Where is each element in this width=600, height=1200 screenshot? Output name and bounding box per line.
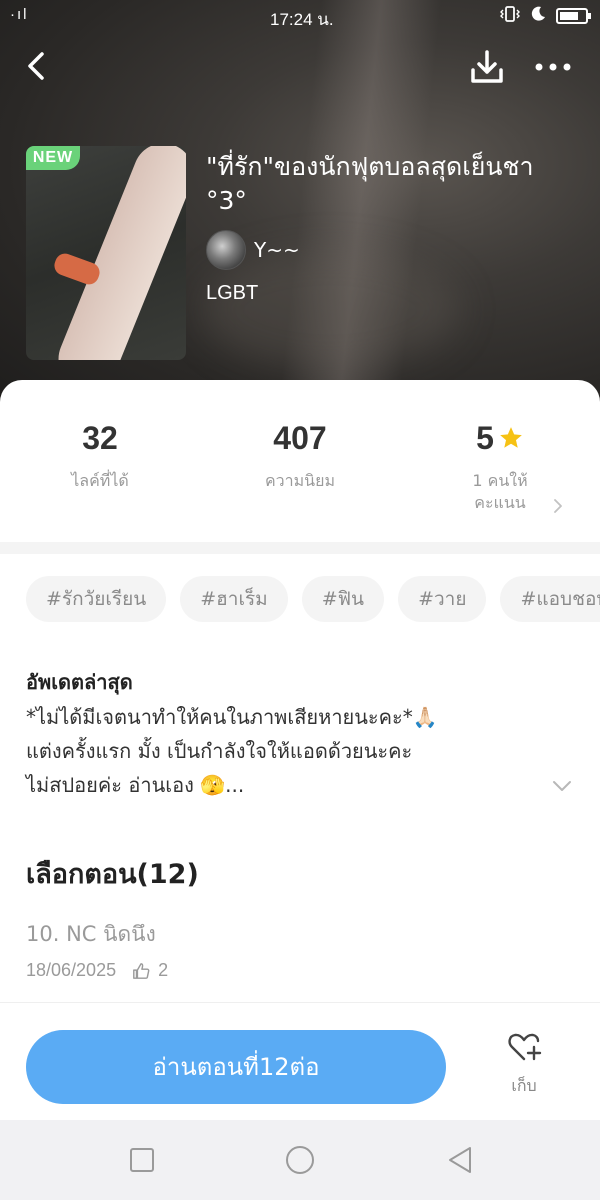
episode-title[interactable]: 10. NC นิดนึง	[26, 918, 156, 951]
update-line: ไม่สปอยค่ะ อ่านเอง 🫣...	[26, 773, 245, 797]
vibrate-icon	[500, 6, 520, 26]
episode-date: 18/06/2025	[26, 960, 117, 980]
status-bar: ·ıl 17:24 น.	[0, 0, 600, 34]
download-icon	[471, 50, 503, 83]
episode-list-heading[interactable]: เลือกตอน(12)	[26, 852, 199, 895]
tag-chip[interactable]: #วาย	[398, 576, 487, 622]
status-icons	[500, 6, 591, 26]
likes-count: 32	[82, 420, 118, 456]
nav-square-icon[interactable]	[124, 1142, 160, 1178]
rating-value-row: 5	[410, 416, 590, 460]
battery-icon	[556, 8, 591, 24]
nav-triangle-icon[interactable]	[442, 1142, 478, 1178]
tag-chip[interactable]: #ฟิน	[301, 576, 385, 622]
save-button[interactable]: เก็บ	[492, 1030, 556, 1110]
thumbs-up-icon	[133, 962, 150, 979]
more-icon	[535, 63, 571, 71]
update-line: แต่งครั้งแรก มั้ง เป็นกำลังใจให้แอดด้วยน…	[26, 739, 413, 763]
heart-plus-icon	[508, 1033, 542, 1061]
rating-value: 5	[476, 420, 494, 456]
update-line: *ไม่ได้มีเจตนาทำให้คนในภาพเสียหายนะคะ*🙏🏻	[26, 705, 438, 729]
story-details-card: 32 ไลค์ที่ได้ 407 ความนิยม 5 1 คนให้ คะแ…	[0, 380, 600, 1200]
stats-row: 32 ไลค์ที่ได้ 407 ความนิยม 5 1 คนให้ คะแ…	[0, 416, 600, 536]
tag-chip[interactable]: #รักวัยเรียน	[26, 576, 167, 622]
tag-chip[interactable]: #ฮาเร็ม	[180, 576, 288, 622]
system-nav-bar	[0, 1120, 600, 1200]
chevron-right-icon[interactable]	[548, 496, 568, 516]
tag-list: #รักวัยเรียน #ฮาเร็ม #ฟิน #วาย #แอบชอบ	[26, 576, 600, 622]
episode-like-count: 2	[158, 960, 169, 980]
download-button[interactable]	[468, 48, 506, 86]
author-link[interactable]: Y~~	[206, 230, 300, 270]
author-avatar	[206, 230, 246, 270]
divider	[0, 1002, 600, 1003]
episode-likes: 2	[132, 960, 168, 981]
save-label: เก็บ	[511, 1076, 537, 1095]
star-icon	[500, 427, 522, 448]
story-header: ·ıl 17:24 น. NEW "ที่รัก"ของนักฟุตบอลสุด…	[0, 0, 600, 410]
chevron-down-icon[interactable]	[550, 776, 574, 796]
moon-icon	[530, 6, 546, 26]
back-button[interactable]	[20, 48, 56, 84]
continue-reading-button[interactable]: อ่านตอนที่12ต่อ	[26, 1030, 446, 1104]
latest-update-heading: อัพเดตล่าสุด	[26, 670, 133, 694]
signal-indicator: ·ıl	[10, 6, 29, 23]
rating-label-line1: 1 คนให้	[472, 471, 528, 490]
likes-label: ไลค์ที่ได้	[71, 471, 129, 490]
more-options-button[interactable]	[532, 50, 574, 84]
tag-chip[interactable]: #แอบชอบ	[500, 576, 600, 622]
status-time: 17:24 น.	[270, 10, 334, 29]
back-arrow-icon	[28, 52, 44, 80]
genre-label[interactable]: LGBT	[206, 282, 258, 305]
author-name: Y~~	[254, 238, 300, 262]
episode-meta: 18/06/2025 2	[26, 960, 168, 981]
popularity-stat: 407 ความนิยม	[210, 416, 390, 492]
popularity-count: 407	[273, 420, 327, 456]
likes-stat: 32 ไลค์ที่ได้	[10, 416, 190, 492]
section-divider	[0, 542, 600, 554]
new-badge: NEW	[26, 146, 80, 170]
latest-update-text[interactable]: *ไม่ได้มีเจตนาทำให้คนในภาพเสียหายนะคะ*🙏🏻…	[26, 700, 536, 802]
story-title: "ที่รัก"ของนักฟุตบอลสุดเย็นชา °3°	[206, 152, 534, 215]
nav-circle-icon[interactable]	[282, 1142, 318, 1178]
story-cover-image	[26, 146, 186, 360]
popularity-label: ความนิยม	[264, 471, 336, 490]
